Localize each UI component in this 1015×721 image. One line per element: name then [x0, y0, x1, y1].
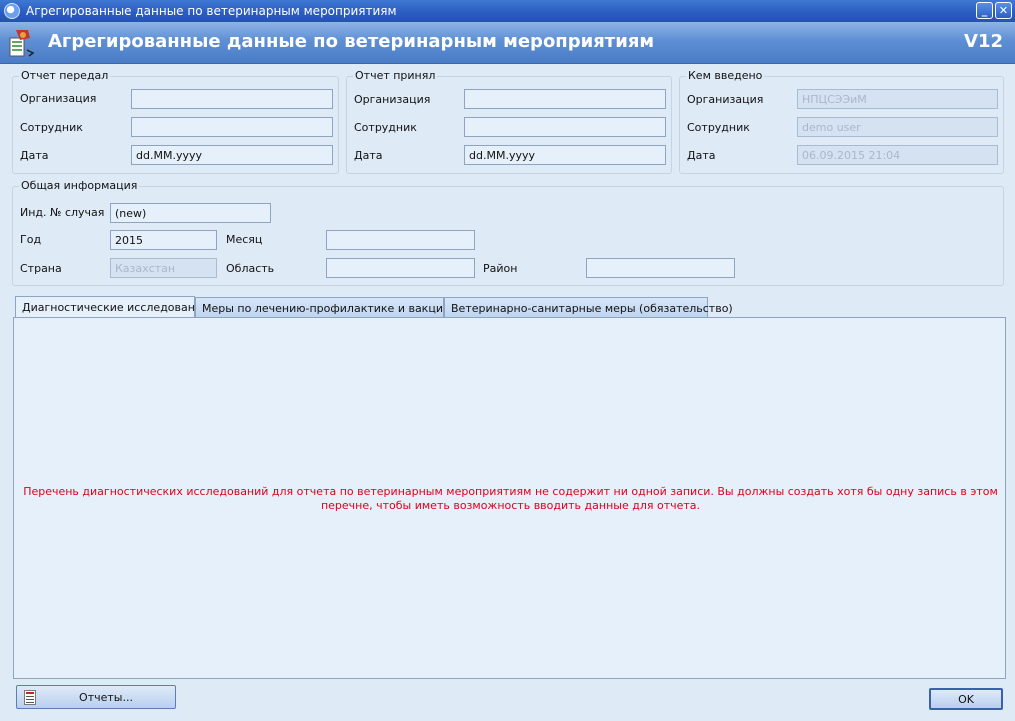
- ok-button-label: OK: [958, 693, 974, 706]
- entered-by-employee-field: demo user: [797, 117, 998, 137]
- country-label: Страна: [20, 262, 62, 275]
- window-titlebar: Агрегированные данные по ветеринарным ме…: [0, 0, 1015, 22]
- sent-by-date-field[interactable]: dd.MM.yyyy: [131, 145, 333, 165]
- tab-panel: Перечень диагностических исследований дл…: [13, 317, 1006, 679]
- region-field[interactable]: [326, 258, 475, 278]
- empty-list-message: Перечень диагностических исследований дл…: [23, 485, 998, 512]
- version-label: V12: [964, 31, 1003, 52]
- tab-treatment-vaccination[interactable]: Меры по лечению-профилактике и вакцинаци…: [195, 297, 479, 319]
- ok-button[interactable]: OK: [929, 688, 1003, 710]
- close-button[interactable]: ✕: [995, 2, 1012, 19]
- report-form-icon: [9, 30, 35, 57]
- entered-by-organization-field: НПЦСЭЭиМ: [797, 89, 998, 109]
- sent-by-organization-field[interactable]: [131, 89, 333, 109]
- case-id-label: Инд. № случая: [20, 206, 105, 219]
- sent-by-date-label: Дата: [20, 149, 49, 162]
- received-by-employee-label: Сотрудник: [354, 121, 417, 134]
- year-label: Год: [20, 233, 42, 246]
- sent-by-employee-label: Сотрудник: [20, 121, 83, 134]
- case-id-field[interactable]: (new): [110, 203, 271, 223]
- entered-by-date-label: Дата: [687, 149, 716, 162]
- received-by-date-label: Дата: [354, 149, 383, 162]
- reports-button[interactable]: Отчеты...: [16, 685, 176, 709]
- year-field[interactable]: 2015: [110, 230, 217, 250]
- received-by-organization-field[interactable]: [464, 89, 666, 109]
- sent-by-employee-field[interactable]: [131, 117, 333, 137]
- region-label: Область: [226, 262, 275, 275]
- entered-by-legend: Кем введено: [686, 69, 765, 82]
- tab-diagnostic-studies[interactable]: Диагностические исследования: [15, 296, 209, 319]
- entered-by-date-field: 06.09.2015 21:04: [797, 145, 998, 165]
- reports-button-label: Отчеты...: [79, 691, 133, 704]
- sent-by-organization-label: Организация: [20, 92, 97, 105]
- country-field: Казахстан: [110, 258, 217, 278]
- received-by-legend: Отчет принял: [353, 69, 438, 82]
- window-title: Агрегированные данные по ветеринарным ме…: [26, 4, 397, 18]
- app-icon: [4, 3, 20, 19]
- entered-by-organization-label: Организация: [687, 93, 764, 106]
- tab-sanitary-measures[interactable]: Ветеринарно-санитарные меры (обязательст…: [444, 297, 733, 319]
- received-by-employee-field[interactable]: [464, 117, 666, 137]
- general-info-legend: Общая информация: [19, 179, 140, 192]
- form-content: Отчет передал Организация Сотрудник Дата…: [0, 64, 1015, 721]
- month-label: Месяц: [226, 233, 263, 246]
- received-by-date-field[interactable]: dd.MM.yyyy: [464, 145, 666, 165]
- district-label: Район: [483, 262, 518, 275]
- sent-by-legend: Отчет передал: [19, 69, 111, 82]
- month-field[interactable]: [326, 230, 475, 250]
- minimize-button[interactable]: _: [976, 2, 993, 19]
- received-by-organization-label: Организация: [354, 93, 431, 106]
- entered-by-employee-label: Сотрудник: [687, 121, 750, 134]
- district-field[interactable]: [586, 258, 735, 278]
- form-header: Агрегированные данные по ветеринарным ме…: [0, 22, 1015, 64]
- form-title: Агрегированные данные по ветеринарным ме…: [48, 31, 655, 52]
